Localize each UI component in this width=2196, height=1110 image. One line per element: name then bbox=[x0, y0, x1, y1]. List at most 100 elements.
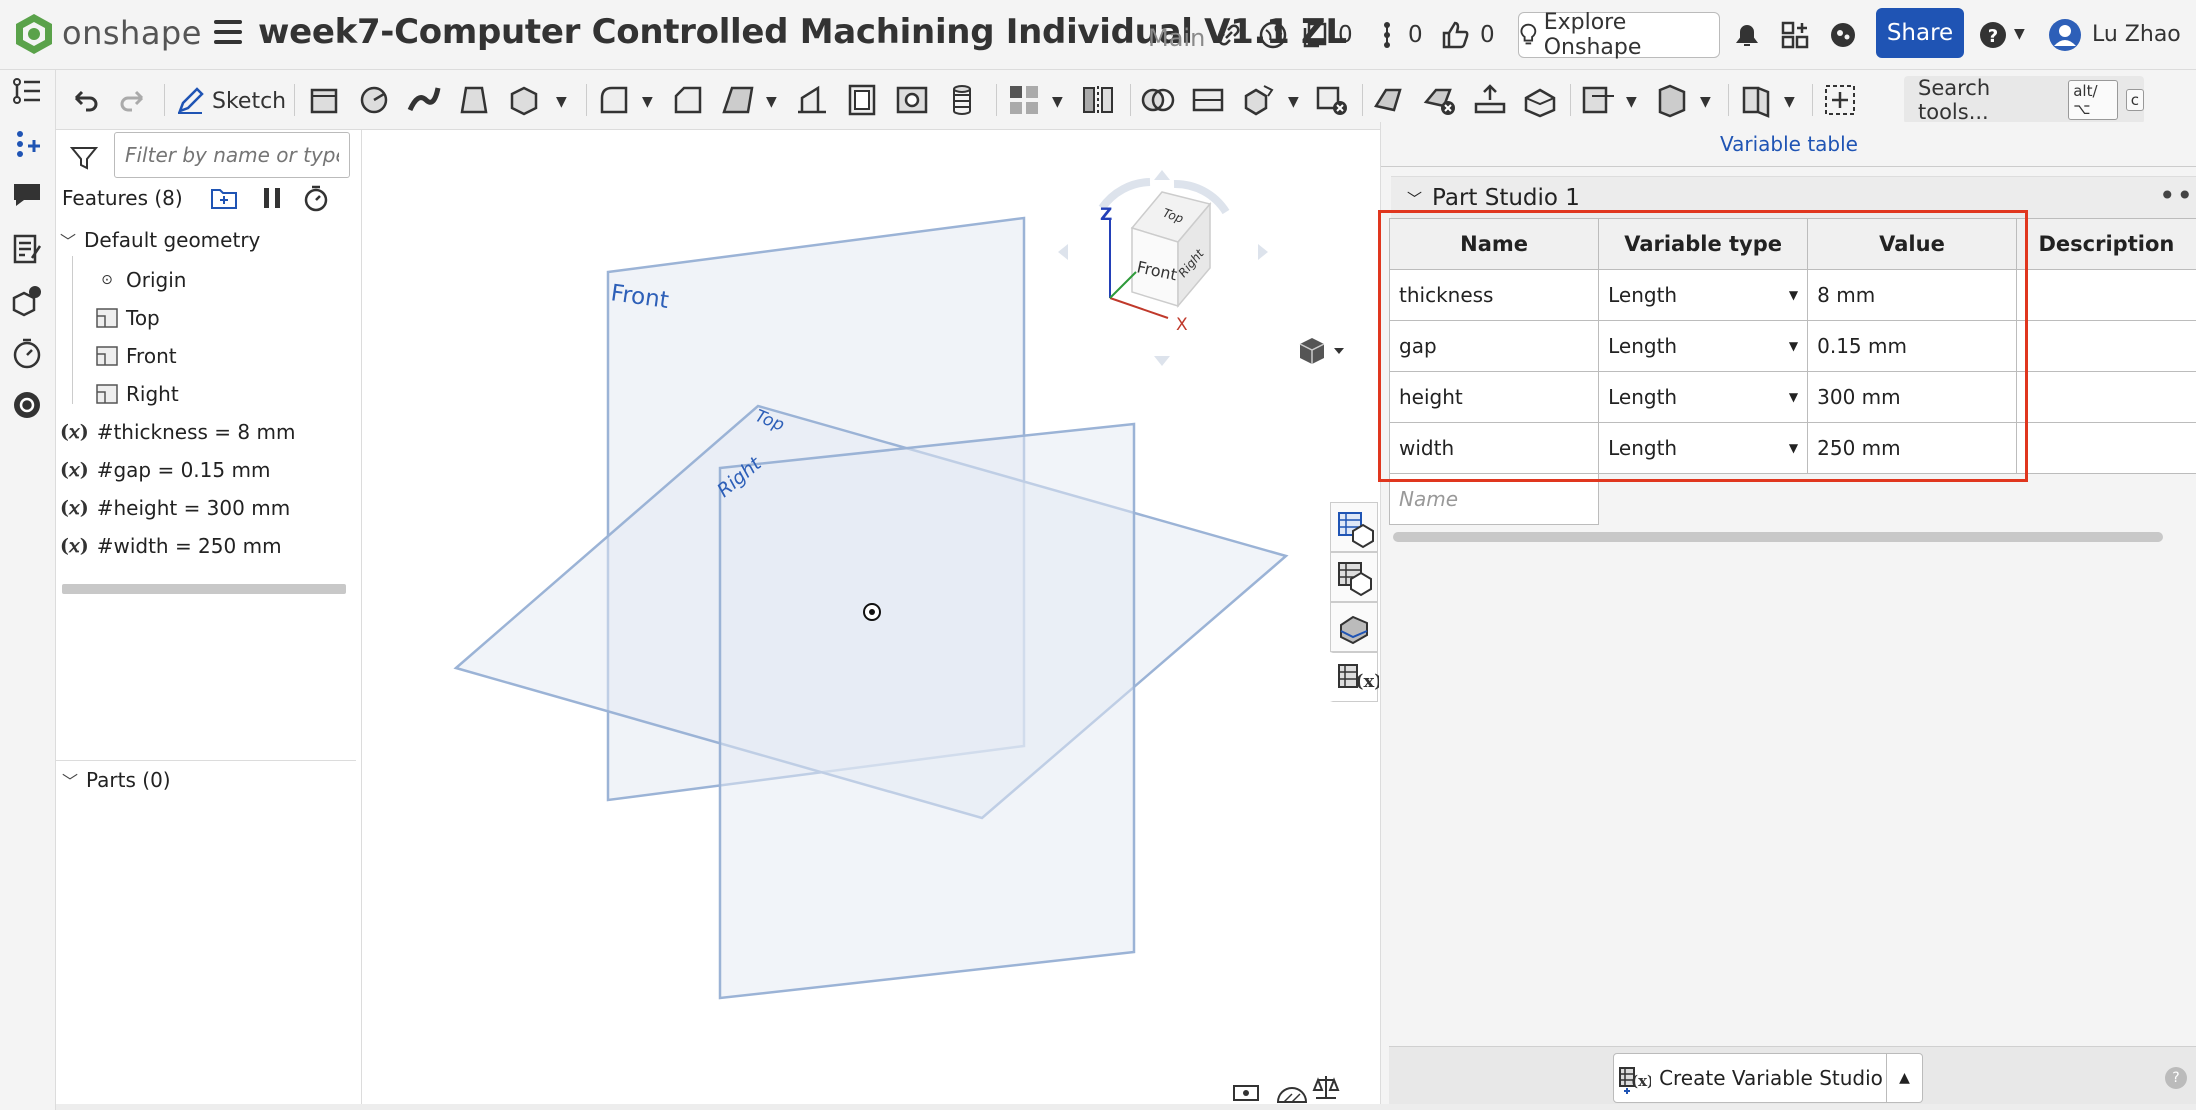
plane-icon[interactable] bbox=[1580, 82, 1616, 118]
configurations-tool[interactable] bbox=[1330, 502, 1378, 552]
move-face-icon[interactable] bbox=[1472, 82, 1508, 118]
extrude-icon[interactable] bbox=[306, 82, 342, 118]
create-variable-studio-button[interactable]: (x) Create Variable Studio bbox=[1613, 1053, 1887, 1103]
sweep-icon[interactable] bbox=[406, 82, 442, 118]
mirror-icon[interactable] bbox=[1080, 82, 1116, 118]
transform-icon[interactable] bbox=[1240, 82, 1276, 118]
view-cube-down-arrow-icon[interactable] bbox=[1154, 356, 1170, 366]
search-tools-input[interactable]: Search tools... alt/⌥ c bbox=[1904, 76, 2144, 124]
rib-icon[interactable] bbox=[794, 82, 830, 118]
feature-filter-input[interactable] bbox=[114, 132, 350, 178]
filter-icon[interactable] bbox=[70, 144, 98, 172]
loft-icon[interactable] bbox=[456, 82, 492, 118]
rollback-timer-icon[interactable] bbox=[302, 184, 330, 212]
notes-icon[interactable] bbox=[10, 232, 44, 266]
column-header-description[interactable]: Description bbox=[2015, 218, 2196, 270]
delete-part-icon[interactable] bbox=[1314, 82, 1350, 118]
variable-feature-row[interactable]: (𝑥) #thickness = 8 mm bbox=[60, 420, 295, 444]
variable-value-cell[interactable]: 250 mm bbox=[1807, 422, 2017, 474]
add-custom-feature-icon[interactable] bbox=[1822, 82, 1858, 118]
modify-fillet-icon[interactable] bbox=[1372, 82, 1408, 118]
column-header-variable-type[interactable]: Variable type bbox=[1598, 218, 1809, 270]
variable-description-cell[interactable] bbox=[2015, 422, 2196, 474]
mass-icon[interactable] bbox=[1312, 1076, 1340, 1099]
variable-value-cell[interactable]: 300 mm bbox=[1807, 371, 2017, 423]
learning-center-icon[interactable] bbox=[1828, 20, 1858, 50]
new-variable-name-input[interactable]: Name bbox=[1388, 473, 1600, 525]
onshape-logo-icon[interactable] bbox=[12, 12, 56, 56]
variable-value-cell[interactable]: 8 mm bbox=[1807, 269, 2017, 321]
chevron-down-icon[interactable]: ﹀ bbox=[62, 768, 78, 792]
user-name[interactable]: Lu Zhao bbox=[2092, 22, 2181, 47]
sheet-metal-dropdown-caret[interactable]: ▼ bbox=[1784, 94, 1795, 110]
dropdown-caret-icon[interactable]: ▼ bbox=[1789, 390, 1798, 404]
variable-description-cell[interactable] bbox=[2015, 320, 2196, 372]
dropdown-caret-icon[interactable]: ▼ bbox=[1789, 441, 1798, 455]
shell-icon[interactable] bbox=[844, 82, 880, 118]
thread-icon[interactable] bbox=[944, 82, 980, 118]
sketch-button[interactable]: Sketch bbox=[176, 84, 286, 118]
comments-icon[interactable] bbox=[10, 178, 44, 212]
parts-list-header[interactable]: ﹀ Parts (0) bbox=[62, 768, 171, 792]
view-cube-left-arrow-icon[interactable] bbox=[1058, 244, 1068, 260]
analysis-icon[interactable] bbox=[10, 388, 44, 422]
plane-row-front[interactable]: Front bbox=[96, 344, 177, 368]
revolve-icon[interactable] bbox=[356, 82, 392, 118]
variable-name-cell[interactable]: gap bbox=[1388, 320, 1600, 372]
versions-icon[interactable] bbox=[1300, 20, 1330, 50]
variable-name-cell[interactable]: width bbox=[1388, 422, 1600, 474]
measure-icon[interactable] bbox=[1233, 1085, 1259, 1101]
explore-onshape-button[interactable]: Explore Onshape bbox=[1518, 10, 1720, 60]
create-options-caret-icon[interactable]: ▲ bbox=[1887, 1053, 1923, 1103]
variable-feature-row[interactable]: (𝑥) #width = 250 mm bbox=[60, 534, 282, 558]
user-avatar-icon[interactable] bbox=[2048, 18, 2082, 52]
pause-icon[interactable] bbox=[258, 184, 286, 212]
branch-icon[interactable] bbox=[1372, 20, 1402, 50]
new-folder-icon[interactable] bbox=[210, 184, 238, 212]
delete-face-icon[interactable] bbox=[1422, 82, 1458, 118]
chamfer-icon[interactable] bbox=[670, 82, 706, 118]
part-studio-header[interactable]: ﹀ Part Studio 1 ••• bbox=[1391, 176, 2196, 222]
origin-row[interactable]: ⊙ Origin bbox=[96, 268, 186, 292]
dropdown-caret-icon[interactable]: ▼ bbox=[1789, 339, 1798, 353]
default-geometry-row[interactable]: ﹀ Default geometry bbox=[60, 228, 260, 252]
chevron-down-icon[interactable]: ﹀ bbox=[1407, 188, 1422, 209]
mate-connector-icon[interactable] bbox=[1654, 82, 1690, 118]
branch-label[interactable]: Main bbox=[1148, 24, 1205, 52]
mate-connector-dropdown-caret[interactable]: ▼ bbox=[1700, 94, 1711, 110]
render-studio-tool[interactable] bbox=[1330, 602, 1378, 652]
globe-icon[interactable] bbox=[1258, 20, 1288, 50]
view-cube-up-arrow-icon[interactable] bbox=[1154, 170, 1170, 180]
variable-feature-row[interactable]: (𝑥) #gap = 0.15 mm bbox=[60, 458, 270, 482]
sheet-metal-icon[interactable] bbox=[1738, 82, 1774, 118]
like-icon[interactable] bbox=[1440, 20, 1470, 50]
draft-icon[interactable] bbox=[720, 82, 756, 118]
variable-type-select[interactable]: Length ▼ bbox=[1598, 320, 1809, 372]
feature-list-icon[interactable] bbox=[10, 74, 44, 108]
split-icon[interactable] bbox=[1190, 82, 1226, 118]
plane-row-right[interactable]: Right bbox=[96, 382, 179, 406]
help-dropdown-caret[interactable]: ▼ bbox=[2014, 26, 2025, 42]
replace-face-icon[interactable] bbox=[1522, 82, 1558, 118]
mass-properties-icon[interactable] bbox=[10, 284, 44, 318]
fillet-dropdown-caret[interactable]: ▼ bbox=[642, 94, 653, 110]
variable-type-select[interactable]: Length ▼ bbox=[1598, 422, 1809, 474]
share-button[interactable]: Share bbox=[1876, 8, 1964, 58]
section-view-icon[interactable] bbox=[1276, 1087, 1308, 1103]
timer-icon[interactable] bbox=[10, 336, 44, 370]
thicken-icon[interactable] bbox=[506, 82, 542, 118]
plane-row-top[interactable]: Top bbox=[96, 306, 160, 330]
hole-icon[interactable] bbox=[894, 82, 930, 118]
variable-description-cell[interactable] bbox=[2015, 371, 2196, 423]
pattern-dropdown-caret[interactable]: ▼ bbox=[1052, 94, 1063, 110]
boolean-icon[interactable] bbox=[1140, 82, 1176, 118]
view-cube-right-arrow-icon[interactable] bbox=[1258, 244, 1268, 260]
menu-icon[interactable] bbox=[214, 20, 242, 46]
part-studio-toggle[interactable]: ﹀ Part Studio 1 bbox=[1407, 185, 1580, 211]
draft-dropdown-caret[interactable]: ▼ bbox=[766, 94, 777, 110]
redo-icon[interactable] bbox=[116, 82, 152, 118]
help-icon[interactable]: ? bbox=[1978, 20, 2008, 50]
variable-feature-row[interactable]: (𝑥) #height = 300 mm bbox=[60, 496, 290, 520]
right-plane[interactable] bbox=[718, 422, 1136, 1000]
notifications-bell-icon[interactable] bbox=[1732, 20, 1762, 50]
